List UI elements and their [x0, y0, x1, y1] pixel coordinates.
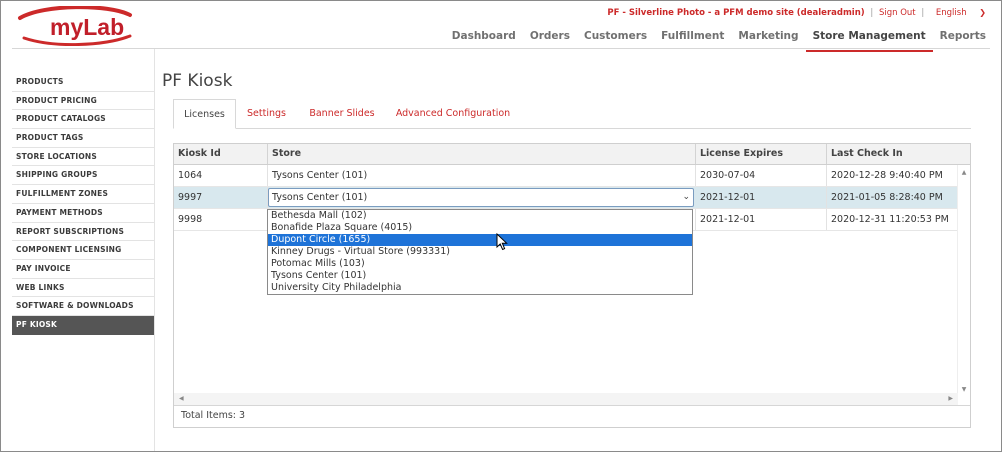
dropdown-option[interactable]: Bonafide Plaza Square (4015): [268, 222, 692, 234]
nav-orders[interactable]: Orders: [523, 28, 577, 48]
nav-fulfillment[interactable]: Fulfillment: [654, 28, 731, 48]
tab-banner-slides[interactable]: Banner Slides: [303, 99, 381, 129]
site-label: PF - Silverline Photo - a PFM demo site …: [607, 8, 865, 18]
sidebar-item-pay-invoice[interactable]: PAY INVOICE: [12, 260, 154, 279]
sidebar: PRODUCTS PRODUCT PRICING PRODUCT CATALOG…: [12, 73, 154, 335]
horizontal-scrollbar[interactable]: ◀ ▶: [174, 393, 958, 405]
tab-bar: Licenses Settings Banner Slides Advanced…: [173, 99, 971, 129]
column-header-license-expires[interactable]: License Expires: [696, 144, 827, 164]
column-header-store[interactable]: Store: [268, 144, 696, 164]
grid-footer: Total Items: 3: [174, 405, 970, 427]
sidebar-item-products[interactable]: PRODUCTS: [12, 73, 154, 92]
cell-last-check-in: 2020-12-31 11:20:53 PM: [827, 209, 958, 230]
dropdown-option[interactable]: Tysons Center (101): [268, 270, 692, 282]
cell-license-expires: 2021-12-01: [696, 187, 827, 208]
nav-reports[interactable]: Reports: [933, 28, 986, 48]
nav-store-management[interactable]: Store Management: [805, 28, 933, 52]
store-select[interactable]: Tysons Center (101) ⌄: [268, 188, 694, 207]
cell-kiosk-id: 9998: [174, 209, 268, 230]
cell-last-check-in: 2020-12-28 9:40:40 PM: [827, 165, 958, 186]
mouse-cursor-icon: [496, 232, 508, 251]
cell-kiosk-id: 1064: [174, 165, 268, 186]
tab-advanced-configuration[interactable]: Advanced Configuration: [391, 99, 515, 129]
column-header-kiosk-id[interactable]: Kiosk Id: [174, 144, 268, 164]
sidebar-item-component-licensing[interactable]: COMPONENT LICENSING: [12, 241, 154, 260]
chevron-down-icon[interactable]: ❯: [979, 8, 986, 17]
cell-kiosk-id: 9997: [174, 187, 268, 208]
language-selector[interactable]: English: [936, 8, 967, 18]
sidebar-item-software-downloads[interactable]: SOFTWARE & DOWNLOADS: [12, 297, 154, 316]
mylab-logo[interactable]: myLab: [14, 5, 134, 47]
nav-customers[interactable]: Customers: [577, 28, 654, 48]
scroll-corner: [957, 144, 970, 165]
sidebar-divider: [154, 49, 155, 451]
nav-marketing[interactable]: Marketing: [731, 28, 805, 48]
cell-license-expires: 2021-12-01: [696, 209, 827, 230]
total-items: Total Items: 3: [181, 410, 246, 421]
cell-last-check-in: 2021-01-05 8:28:40 PM: [827, 187, 958, 208]
sidebar-item-store-locations[interactable]: STORE LOCATIONS: [12, 148, 154, 167]
sidebar-item-product-pricing[interactable]: PRODUCT PRICING: [12, 92, 154, 111]
store-dropdown-list: Bethesda Mall (102) Bonafide Plaza Squar…: [267, 209, 693, 295]
header-divider: [12, 48, 990, 49]
sidebar-item-fulfillment-zones[interactable]: FULFILLMENT ZONES: [12, 185, 154, 204]
sidebar-item-pf-kiosk[interactable]: PF KIOSK: [12, 315, 154, 335]
sidebar-item-payment-methods[interactable]: PAYMENT METHODS: [12, 204, 154, 223]
tab-settings[interactable]: Settings: [239, 99, 294, 129]
scroll-left-icon[interactable]: ◀: [179, 393, 184, 405]
sign-out-link[interactable]: Sign Out: [879, 8, 916, 18]
sidebar-item-web-links[interactable]: WEB LINKS: [12, 279, 154, 298]
grid-header: Kiosk Id Store License Expires Last Chec…: [174, 144, 958, 165]
svg-text:myLab: myLab: [50, 14, 124, 40]
sidebar-item-shipping-groups[interactable]: SHIPPING GROUPS: [12, 166, 154, 186]
chevron-down-icon[interactable]: ⌄: [682, 189, 690, 206]
tab-licenses[interactable]: Licenses: [173, 99, 236, 129]
dropdown-option[interactable]: Kinney Drugs - Virtual Store (993331): [268, 246, 692, 258]
table-row-selected[interactable]: 9997 Tysons Center (101) ⌄ 2021-12-01 20…: [174, 187, 958, 209]
scroll-right-icon[interactable]: ▶: [948, 393, 953, 405]
sidebar-item-report-subscriptions[interactable]: REPORT SUBSCRIPTIONS: [12, 223, 154, 242]
page-title: PF Kiosk: [162, 71, 233, 91]
scroll-up-icon[interactable]: ▲: [958, 169, 970, 176]
nav-dashboard[interactable]: Dashboard: [445, 28, 523, 48]
vertical-scrollbar[interactable]: ▲ ▼: [957, 165, 970, 397]
top-bar: PF - Silverline Photo - a PFM demo site …: [607, 8, 986, 18]
main-nav: Dashboard Orders Customers Fulfillment M…: [445, 28, 986, 52]
scroll-down-icon[interactable]: ▼: [958, 386, 970, 393]
cell-store: Tysons Center (101): [268, 165, 696, 186]
column-header-last-check-in[interactable]: Last Check In: [827, 144, 958, 164]
sidebar-item-product-catalogs[interactable]: PRODUCT CATALOGS: [12, 110, 154, 130]
sidebar-item-product-tags[interactable]: PRODUCT TAGS: [12, 129, 154, 148]
dropdown-option[interactable]: Potomac Mills (103): [268, 258, 692, 270]
cell-license-expires: 2030-07-04: [696, 165, 827, 186]
dropdown-option-highlighted[interactable]: Dupont Circle (1655): [268, 234, 692, 246]
store-select-value: Tysons Center (101): [272, 192, 368, 203]
dropdown-option[interactable]: University City Philadelphia: [268, 282, 692, 294]
dropdown-option[interactable]: Bethesda Mall (102): [268, 210, 692, 222]
table-row[interactable]: 1064 Tysons Center (101) 2030-07-04 2020…: [174, 165, 958, 187]
